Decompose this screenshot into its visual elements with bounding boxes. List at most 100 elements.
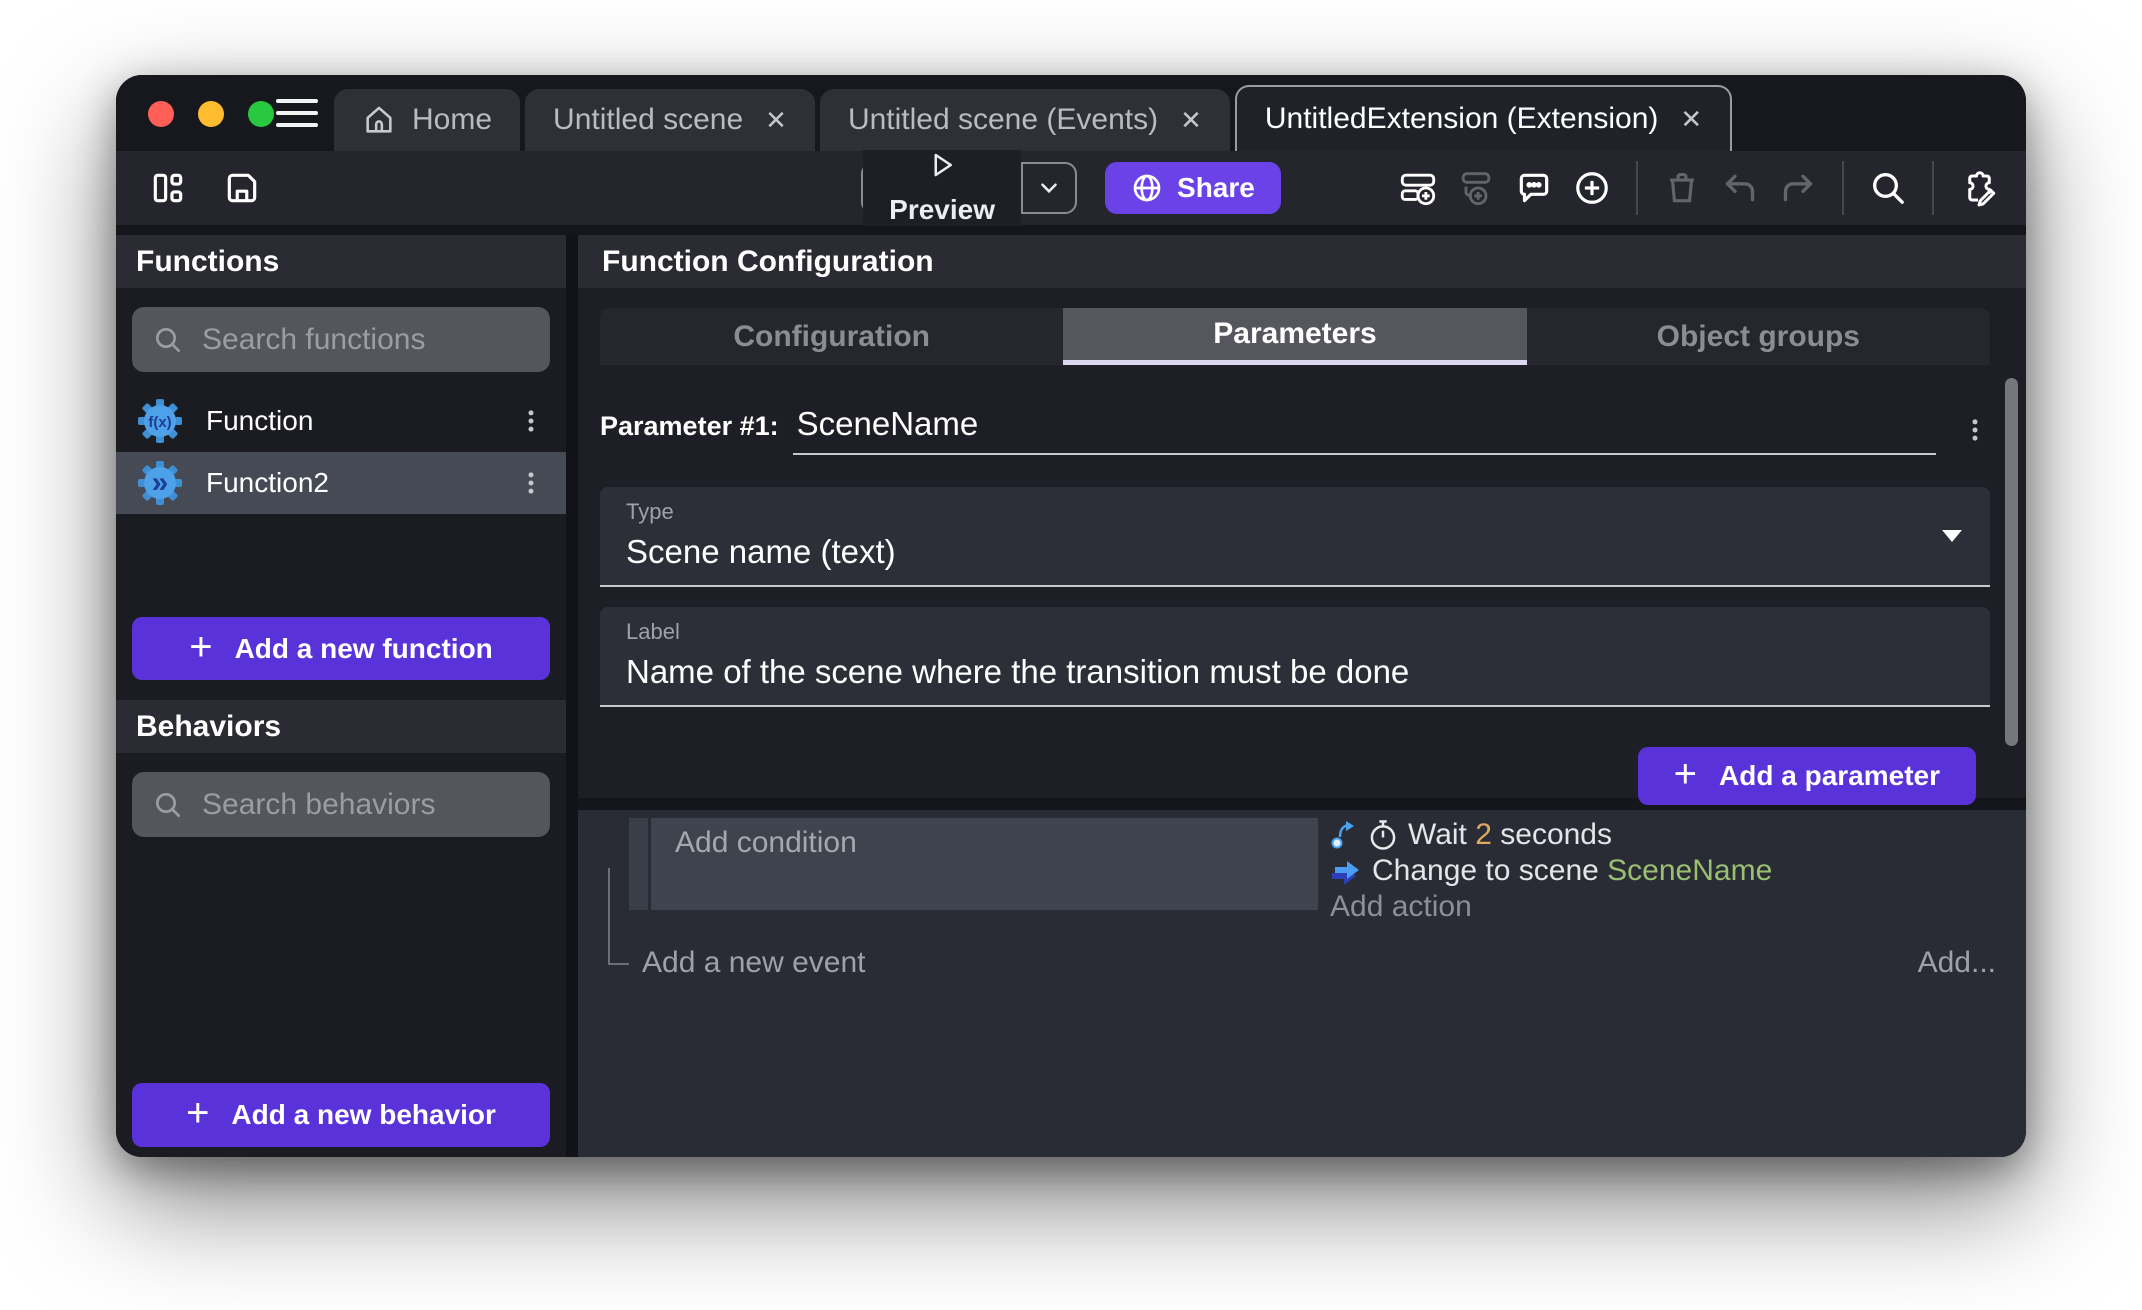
delete-icon[interactable] — [1660, 166, 1704, 210]
behaviors-title: Behaviors — [136, 710, 281, 744]
plus-icon: + — [1674, 754, 1697, 794]
tab-label: Home — [412, 103, 492, 137]
open-project-manager-icon[interactable] — [146, 166, 190, 210]
wait-seconds-value: 2 — [1475, 818, 1492, 851]
events-sheet: Add condition Wait 2 seconds — [578, 810, 2026, 1157]
plus-icon: + — [189, 627, 212, 667]
tab-parameters[interactable]: Parameters — [1063, 308, 1526, 365]
parameter-name-input[interactable]: SceneName — [793, 405, 1936, 455]
share-button[interactable]: Share — [1105, 162, 1281, 214]
add-parameter-button[interactable]: + Add a parameter — [1638, 747, 1976, 805]
functions-title: Functions — [136, 245, 279, 279]
label-field-label: Label — [626, 619, 1964, 645]
traffic-lights — [148, 101, 274, 127]
globe-icon — [1131, 172, 1163, 204]
search-icon[interactable] — [1866, 166, 1910, 210]
close-tab-icon[interactable]: ✕ — [1680, 104, 1702, 135]
workspace: Functions f(x) Function — [116, 225, 2026, 1157]
function-name: Function2 — [206, 467, 329, 499]
parameter-number-label: Parameter #1: — [600, 411, 779, 442]
search-behaviors-input[interactable] — [202, 788, 588, 822]
toolbar-left — [146, 166, 264, 210]
add-condition-area[interactable]: Add condition — [651, 818, 1318, 910]
tab-label: Untitled scene — [553, 103, 743, 137]
add-circle-icon[interactable] — [1570, 166, 1614, 210]
close-tab-icon[interactable]: ✕ — [1180, 105, 1202, 136]
add-behavior-label: Add a new behavior — [231, 1099, 496, 1131]
stopwatch-icon — [1368, 819, 1398, 851]
tab-untitled-extension[interactable]: UntitledExtension (Extension) ✕ — [1235, 85, 1732, 151]
panel-title-bar: Function Configuration — [578, 235, 2026, 288]
list-item-function[interactable]: f(x) Function — [116, 390, 566, 452]
scrollbar-thumb[interactable] — [2005, 378, 2018, 746]
toolbar-divider — [1932, 161, 1934, 215]
actions-column: Wait 2 seconds Change to scene SceneName — [1330, 818, 2026, 924]
close-window-button[interactable] — [148, 101, 174, 127]
tab-home[interactable]: Home — [334, 89, 520, 151]
function-name: Function — [206, 405, 313, 437]
behaviors-section-header: Behaviors — [116, 700, 566, 753]
tab-label: UntitledExtension (Extension) — [1265, 102, 1659, 136]
tab-object-groups[interactable]: Object groups — [1527, 308, 1990, 365]
svg-text:»: » — [152, 466, 169, 499]
search-icon — [152, 789, 184, 821]
parameter-type-select[interactable]: Type Scene name (text) — [600, 487, 1990, 587]
chevron-down-icon — [1036, 175, 1062, 201]
close-tab-icon[interactable]: ✕ — [765, 105, 787, 136]
function-configuration-panel: Function Configuration Configuration Par… — [578, 235, 2026, 1157]
action-wait[interactable]: Wait 2 seconds — [1330, 818, 2026, 852]
window-tab-bar: Home Untitled scene ✕ Untitled scene (Ev… — [116, 75, 2026, 151]
add-new-function-button[interactable]: + Add a new function — [132, 617, 550, 680]
search-icon — [152, 324, 184, 356]
save-icon[interactable] — [220, 166, 264, 210]
list-item-function2[interactable]: » Function2 — [116, 452, 566, 514]
change-scene-icon — [1330, 857, 1362, 885]
tab-label: Untitled scene (Events) — [848, 103, 1158, 137]
main-menu-icon[interactable] — [276, 99, 318, 127]
tab-untitled-scene[interactable]: Untitled scene ✕ — [525, 89, 815, 151]
add-condition-label: Add condition — [675, 826, 857, 859]
tab-configuration[interactable]: Configuration — [600, 308, 1063, 365]
share-label: Share — [1177, 172, 1255, 204]
zoom-window-button[interactable] — [248, 101, 274, 127]
edit-extension-icon[interactable] — [1956, 166, 2000, 210]
event-row[interactable]: Add condition Wait 2 seconds — [629, 818, 2026, 924]
add-event-icon[interactable] — [1396, 166, 1440, 210]
preview-button[interactable]: Preview — [861, 162, 1077, 214]
event-drag-handle[interactable] — [629, 818, 648, 910]
preview-options-dropdown[interactable] — [1021, 164, 1075, 212]
add-comment-icon[interactable] — [1512, 166, 1556, 210]
function2-gear-icon: » — [136, 459, 184, 507]
parameter-kebab-menu-icon[interactable] — [1960, 415, 1990, 445]
extension-sidebar: Functions f(x) Function — [116, 235, 578, 1157]
add-new-event-button[interactable]: Add a new event — [642, 946, 866, 980]
toolbar-right — [1396, 161, 2000, 215]
svg-text:f(x): f(x) — [148, 414, 171, 431]
type-field-value: Scene name (text) — [626, 533, 1964, 571]
parameter-label-input[interactable]: Label Name of the scene where the transi… — [600, 607, 1990, 707]
kebab-menu-icon[interactable] — [516, 406, 546, 436]
minimize-window-button[interactable] — [198, 101, 224, 127]
search-functions-input[interactable] — [202, 323, 588, 357]
editor-tabs: Home Untitled scene ✕ Untitled scene (Ev… — [334, 85, 1732, 151]
toolbar-divider — [1842, 161, 1844, 215]
type-field-label: Type — [626, 499, 1964, 525]
add-parameter-label: Add a parameter — [1719, 760, 1940, 792]
action-change-scene[interactable]: Change to scene SceneName — [1330, 854, 2026, 888]
play-icon — [927, 150, 957, 180]
events-footer: Add a new event Add... — [642, 946, 1996, 980]
add-more-button[interactable]: Add... — [1918, 946, 1996, 980]
dropdown-arrow-icon[interactable] — [1940, 528, 1964, 544]
redo-icon[interactable] — [1776, 166, 1820, 210]
kebab-menu-icon[interactable] — [516, 468, 546, 498]
search-behaviors-box — [132, 772, 550, 837]
desktop: { "window": { "tabs": [ { "label": "Home… — [0, 0, 2142, 1310]
toolbar-center: Preview Share — [861, 162, 1281, 214]
async-icon — [1330, 819, 1358, 851]
add-subevent-icon[interactable] — [1454, 166, 1498, 210]
add-new-behavior-button[interactable]: + Add a new behavior — [132, 1083, 550, 1147]
add-action-button[interactable]: Add action — [1330, 890, 2026, 924]
undo-icon[interactable] — [1718, 166, 1762, 210]
tab-untitled-scene-events[interactable]: Untitled scene (Events) ✕ — [820, 89, 1230, 151]
event-tree-line — [608, 868, 629, 965]
